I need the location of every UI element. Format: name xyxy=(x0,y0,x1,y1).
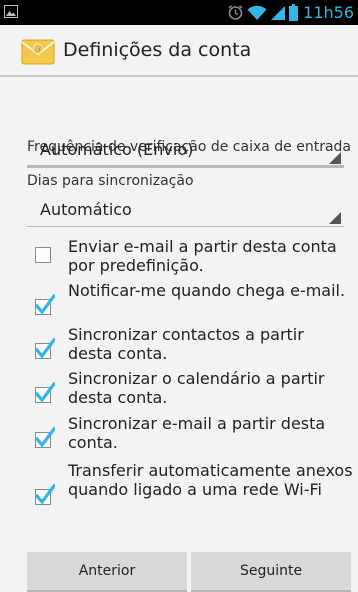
signal-icon xyxy=(271,6,286,20)
page-title: Definições da conta xyxy=(63,39,252,61)
frequency-spinner[interactable]: Automático (Envio) xyxy=(27,137,344,167)
battery-icon xyxy=(289,4,299,21)
dropdown-triangle-icon xyxy=(329,152,341,164)
checkmark-icon xyxy=(35,484,55,505)
checkmark-icon xyxy=(35,294,55,315)
checkbox-checked[interactable] xyxy=(35,484,55,505)
inbox-check-value: Automático (Envio) xyxy=(40,140,194,159)
email-envelope-icon: @ xyxy=(21,39,55,65)
checkbox-label: Sincronizar o calendário a partir desta … xyxy=(68,369,325,407)
action-bar: @ Definições da conta xyxy=(0,25,358,77)
checkbox-label: Transferir automaticamente anexos quando… xyxy=(68,461,353,499)
status-bar: 11h56 xyxy=(0,0,358,25)
clock-time: 11h56 xyxy=(303,3,354,22)
picture-icon xyxy=(4,5,18,18)
status-icons: 11h56 xyxy=(227,3,354,22)
sync-days-label: Dias para sincronização xyxy=(27,173,194,189)
checkmark-icon xyxy=(35,427,55,448)
checkbox-checked[interactable] xyxy=(35,338,55,359)
checkbox-label: Sincronizar contactos a partir desta con… xyxy=(68,325,304,363)
alarm-icon xyxy=(228,5,243,20)
wifi-icon xyxy=(247,5,267,20)
checkbox-label: Sincronizar e-mail a partir desta conta. xyxy=(68,414,326,452)
previous-button[interactable]: Anterior xyxy=(27,552,187,592)
dropdown-triangle-icon xyxy=(329,212,341,224)
svg-text:@: @ xyxy=(34,44,42,53)
checkbox-label: Enviar e-mail a partir desta conta por p… xyxy=(68,237,337,275)
sync-days-value: Automático xyxy=(40,200,132,219)
checkbox-checked[interactable] xyxy=(35,382,55,403)
checkbox-unchecked[interactable] xyxy=(35,247,51,263)
checkbox-checked[interactable] xyxy=(35,294,55,315)
sync-days-spinner[interactable]: Automático xyxy=(27,197,344,227)
checkmark-icon xyxy=(35,338,55,359)
next-button[interactable]: Seguinte xyxy=(191,552,351,592)
checkmark-icon xyxy=(35,382,55,403)
checkbox-label: Notificar-me quando chega e-mail. xyxy=(68,281,346,300)
checkbox-checked[interactable] xyxy=(35,427,55,448)
